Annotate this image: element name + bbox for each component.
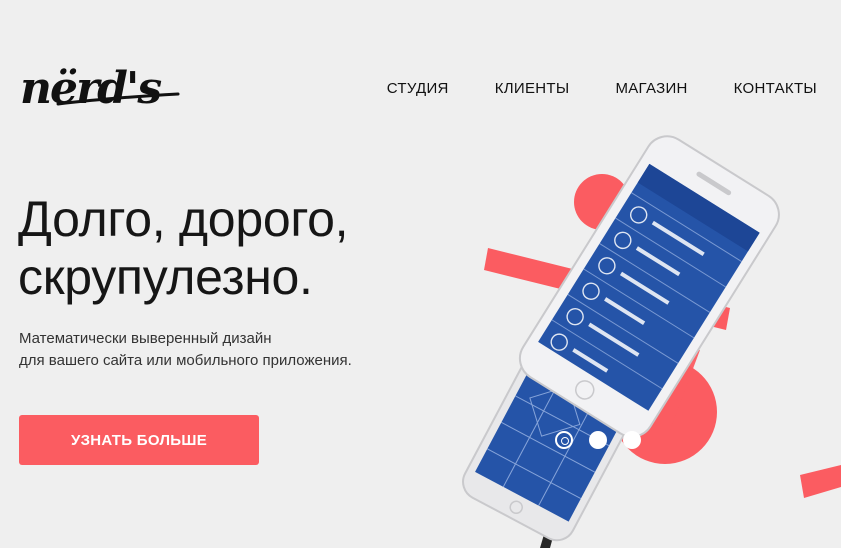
nav-item-clients[interactable]: КЛИЕНТЫ (495, 80, 570, 97)
slider-dot-2[interactable] (589, 431, 607, 449)
svg-text:nërd's: nërd's (20, 63, 161, 114)
learn-more-button[interactable]: УЗНАТЬ БОЛЬШЕ (19, 415, 259, 465)
logo[interactable]: nërd's (18, 48, 188, 118)
hero-title-line-1: Долго, дорого, (18, 191, 349, 247)
hero-subtitle: Математически выверенный дизайн для ваше… (19, 328, 439, 372)
hero-subtitle-line-2: для вашего сайта или мобильного приложен… (19, 352, 352, 369)
nav-item-shop[interactable]: МАГАЗИН (615, 80, 687, 97)
nav-item-contacts[interactable]: КОНТАКТЫ (734, 80, 817, 97)
nav-item-studio[interactable]: СТУДИЯ (387, 80, 449, 97)
red-bar-right (800, 465, 841, 498)
hero-subtitle-line-1: Математически выверенный дизайн (19, 330, 272, 347)
slider-dot-1[interactable] (555, 431, 573, 449)
logo-mark: nërd's (20, 63, 180, 114)
slider-dot-3[interactable] (623, 431, 641, 449)
main-nav: СТУДИЯ КЛИЕНТЫ МАГАЗИН КОНТАКТЫ (387, 80, 817, 97)
hero-title: Долго, дорого, скрупулезно. (18, 190, 458, 306)
hero-title-line-2: скрупулезно. (18, 249, 313, 305)
slider-dots (555, 431, 641, 449)
phones-illustration (462, 135, 841, 548)
hero-illustration (440, 120, 841, 548)
